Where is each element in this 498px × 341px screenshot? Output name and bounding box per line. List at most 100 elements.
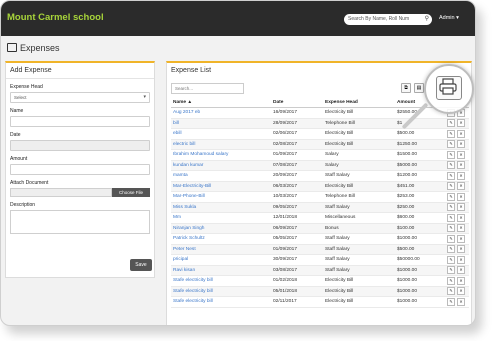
cell-actions: ✎✕ [445,223,469,234]
column-header-date[interactable]: Date [271,98,323,108]
delete-icon[interactable]: ✕ [457,224,465,233]
table-row: Stafe electricity bill 01/02/2018 Electric… [171,275,469,287]
expense-table: Name ▲ Date Expense Head Amount Aug 2017… [171,98,469,308]
delete-icon[interactable]: ✕ [457,297,465,306]
table-row: Mm 12/01/2018 Miscellaneous $600.00 ✎ ✕ [171,212,469,224]
delete-icon[interactable]: ✕ [457,161,465,170]
edit-icon[interactable]: ✎ [447,234,455,243]
admin-menu[interactable]: Admin ▾ [439,15,459,21]
cell-name[interactable]: pricipal [171,254,271,266]
delete-icon[interactable]: ✕ [457,140,465,149]
delete-icon[interactable]: ✕ [457,150,465,159]
edit-icon[interactable]: ✎ [447,297,455,306]
cell-name[interactable]: electric bill [171,139,271,150]
cell-amount: $100.00 [395,223,445,234]
cell-name[interactable]: Stafe electricity bill [171,275,271,287]
delete-icon[interactable]: ✕ [457,266,465,275]
column-header-expense-head[interactable]: Expense Head [323,98,395,108]
table-row: kundan kumar 07/08/2017 Salary $5000.00 ✎ ✕ [171,160,469,171]
delete-icon[interactable]: ✕ [457,119,465,128]
cell-name[interactable]: Peter Nest [171,244,271,255]
cell-amount: $253.00 [395,191,445,203]
cell-name[interactable]: kundan kumar [171,160,271,171]
copy-icon[interactable]: ⧉ [401,83,411,93]
date-label: Date [10,132,21,138]
edit-icon[interactable]: ✎ [447,140,455,149]
cell-amount: $500.00 [395,244,445,255]
save-button[interactable]: Save [130,259,152,271]
edit-icon[interactable]: ✎ [447,119,455,128]
cell-name[interactable]: Stafe electricity bill [171,296,271,308]
cell-name[interactable]: mamta [171,170,271,182]
name-field[interactable] [10,116,150,127]
edit-icon[interactable]: ✎ [447,182,455,191]
edit-icon[interactable]: ✎ [447,129,455,138]
search-icon[interactable]: ⚲ [425,14,429,25]
edit-icon[interactable]: ✎ [447,213,455,222]
date-field[interactable] [10,140,150,151]
edit-icon[interactable]: ✎ [447,171,455,180]
cell-name[interactable]: Stafe electricity bill [171,286,271,297]
table-row: Mar-Electricity-Bill 06/03/2017 Electricit… [171,181,469,192]
delete-icon[interactable]: ✕ [457,182,465,191]
edit-icon[interactable]: ✎ [447,161,455,170]
delete-icon[interactable]: ✕ [457,171,465,180]
delete-icon[interactable]: ✕ [457,203,465,212]
global-search-input[interactable]: Search By Name, Roll Num ⚲ [344,14,432,25]
cell-amount: $1500.00 [395,149,445,161]
cell-expense-head: Electricity Bill [323,139,395,150]
delete-icon[interactable]: ✕ [457,129,465,138]
edit-icon[interactable]: ✎ [447,245,455,254]
table-row: Miss Sukla 09/05/2017 Staff Salary $250.00 ✎… [171,202,469,213]
cell-name[interactable]: bill [171,118,271,129]
cell-expense-head: Telephone Bill [323,118,395,129]
cell-actions: ✎✕ [445,212,469,224]
add-expense-title: Add Expense [6,63,154,79]
delete-icon[interactable]: ✕ [457,287,465,296]
cell-name[interactable]: Niranjan Singh [171,223,271,234]
list-search-input[interactable]: Search... [171,83,244,94]
cell-name[interactable]: ebill [171,128,271,140]
cell-actions: ✎✕ [445,244,469,255]
description-textarea[interactable] [10,210,150,234]
file-name-display [10,188,112,197]
attach-document-input[interactable]: Choose File [10,188,150,197]
cell-expense-head: Staff Salary [323,233,395,245]
cell-name[interactable]: Mar-Electricity-Bill [171,181,271,192]
cell-name[interactable]: Aug 2017 eb [171,107,271,119]
column-header-name[interactable]: Name ▲ [171,98,271,108]
edit-icon[interactable]: ✎ [447,276,455,285]
cell-date: 30/09/2017 [271,254,323,266]
cell-name[interactable]: Patrick Schultz [171,233,271,245]
expense-head-select[interactable]: Select ▾ [10,92,150,103]
delete-icon[interactable]: ✕ [457,234,465,243]
edit-icon[interactable]: ✎ [447,203,455,212]
delete-icon[interactable]: ✕ [457,192,465,201]
edit-icon[interactable]: ✎ [447,224,455,233]
cell-name[interactable]: Ibrahim Mohamoud salary [171,149,271,161]
export-icon[interactable]: ▤ [414,83,424,93]
cell-name[interactable]: Mar-Phone-Bill [171,191,271,203]
amount-field[interactable] [10,164,150,175]
delete-icon[interactable]: ✕ [457,213,465,222]
print-button[interactable] [436,76,462,100]
cell-date: 01/02/2018 [271,275,323,287]
cell-amount: $1000.00 [395,275,445,287]
cell-date: 05/05/2017 [271,233,323,245]
cell-actions: ✎✕ [445,149,469,161]
choose-file-button[interactable]: Choose File [112,188,150,197]
edit-icon[interactable]: ✎ [447,266,455,275]
edit-icon[interactable]: ✎ [447,287,455,296]
cell-name[interactable]: Ravi kisan [171,265,271,276]
edit-icon[interactable]: ✎ [447,192,455,201]
delete-icon[interactable]: ✕ [457,255,465,264]
delete-icon[interactable]: ✕ [457,245,465,254]
cell-name[interactable]: Mm [171,212,271,224]
delete-icon[interactable]: ✕ [457,276,465,285]
cell-amount: $50000.00 [395,254,445,266]
column-header-name-text: Name [173,100,187,105]
edit-icon[interactable]: ✎ [447,150,455,159]
cell-expense-head: Salary [323,160,395,171]
cell-name[interactable]: Miss Sukla [171,202,271,213]
edit-icon[interactable]: ✎ [447,255,455,264]
